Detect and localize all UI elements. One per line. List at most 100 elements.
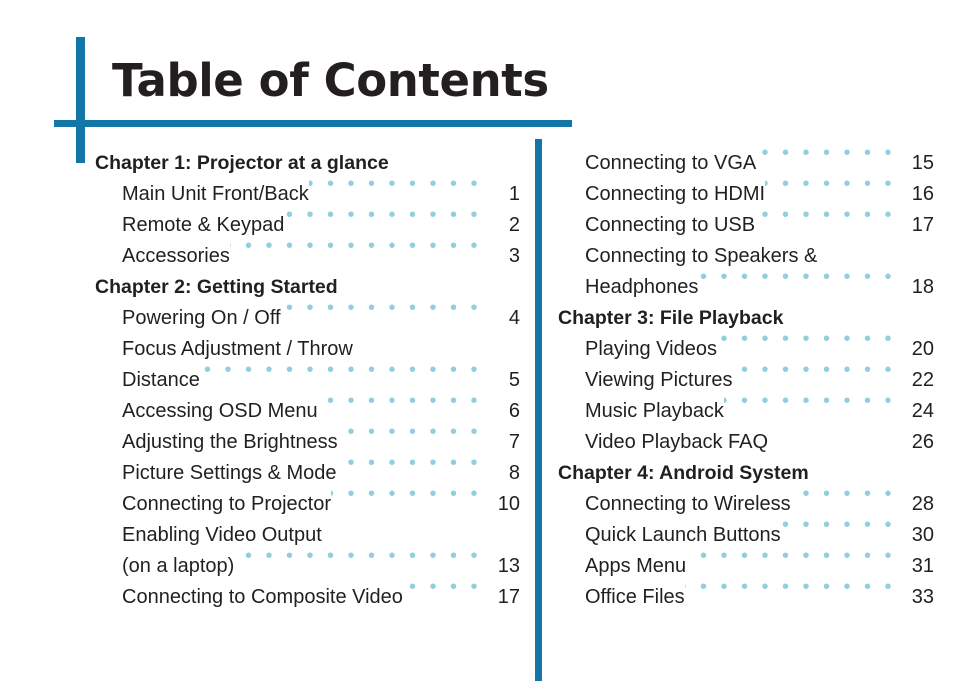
toc-dot-leader: •••••••••••••••••••••••••••••••••••••••• <box>724 386 905 417</box>
toc-dot-leader: •••••••••••••••••••••••••••••••••••••••• <box>284 200 491 231</box>
toc-dot-leader: •••••••••••••••••••••••••••••••••••••••• <box>389 138 491 169</box>
toc-dot-leader-dots: •••••••••••••••••••••••••••••••••••••••• <box>685 576 905 598</box>
toc-page-number: 22 <box>911 369 934 391</box>
toc-dot-leader-dots: •••••••••••••••••••••••••••••••••••••••• <box>755 204 905 226</box>
toc-dot-leader: •••••••••••••••••••••••••••••••••••••••• <box>234 541 491 572</box>
accent-horizontal-rule <box>54 120 572 127</box>
column-divider <box>535 139 542 681</box>
toc-page-number: 4 <box>508 307 520 329</box>
toc-dot-leader: •••••••••••••••••••••••••••••••••••••••• <box>732 355 905 386</box>
toc-dot-leader-dots: •••••••••••••••••••••••••••••••••••••••• <box>698 266 905 288</box>
toc-dot-leader-dots: •••••••••••••••••••••••••••••••••••••••• <box>331 483 491 505</box>
toc-entry-label: Main Unit Front/Back <box>122 183 309 205</box>
toc-entry-label: Music Playback <box>585 400 724 422</box>
toc-chapter-row[interactable]: Chapter 1: Projector at a glance••••••••… <box>95 138 520 174</box>
toc-page-number: 3 <box>508 245 520 267</box>
toc-entry-label: Powering On / Off <box>122 307 281 329</box>
toc-dot-leader-dots: •••••••••••••••••••••••••••••••••••••••• <box>686 545 905 567</box>
toc-dot-leader: •••••••••••••••••••••••••••••••••••••••• <box>318 386 491 417</box>
toc-dot-leader: •••••••••••••••••••••••••••••••••••••••• <box>717 324 905 355</box>
toc-page-number: 20 <box>911 338 934 360</box>
toc-dot-leader-dots: •••••••••••••••••••••••••••••••••••••••• <box>338 421 491 443</box>
toc-entry-label: Video Playback FAQ <box>585 431 769 453</box>
toc-dot-leader: •••••••••••••••••••••••••••••••••••••••• <box>809 448 905 479</box>
toc-dot-leader: •••••••••••••••••••••••••••••••••••••••• <box>281 293 491 324</box>
toc-entry-label: Chapter 4: Android System <box>558 462 809 484</box>
toc-dot-leader-dots: •••••••••••••••••••••••••••••••••••••••• <box>724 390 905 412</box>
toc-dot-leader: •••••••••••••••••••••••••••••••••••••••• <box>781 510 905 541</box>
toc-dot-leader-dots: •••••••••••••••••••••••••••••••••••••••• <box>765 173 905 195</box>
toc-dot-leader-dots: •••••••••••••••••••••••••••••••••••••••• <box>756 142 905 164</box>
toc-dot-leader: •••••••••••••••••••••••••••••••••••••••• <box>756 138 905 169</box>
toc-dot-leader-dots: •••••••••••••••••••••••••••••••••••••••• <box>318 390 491 412</box>
toc-dot-leader-dots: •••••••••••••••••••••••••••••••••••••••• <box>284 204 491 226</box>
toc-dot-leader: •••••••••••••••••••••••••••••••••••••••• <box>331 479 491 510</box>
toc-entry-row[interactable]: Connecting to VGA•••••••••••••••••••••••… <box>558 138 934 174</box>
toc-page-number: 33 <box>911 586 934 608</box>
toc-dot-leader: •••••••••••••••••••••••••••••••••••••••• <box>768 417 905 448</box>
toc-dot-leader-dots: •••••••••••••••••••••••••••••••••••••••• <box>234 545 491 567</box>
toc-column-right: Connecting to VGA•••••••••••••••••••••••… <box>558 138 934 608</box>
toc-entry-label: Connecting to USB <box>585 214 756 236</box>
toc-dot-leader: •••••••••••••••••••••••••••••••••••••••• <box>338 417 491 448</box>
toc-entry-label: (on a laptop) <box>122 555 235 577</box>
toc-dot-leader-dots: •••••••••••••••••••••••••••••••••••••••• <box>403 576 491 598</box>
toc-page-number: 1 <box>508 183 520 205</box>
toc-page-number: 13 <box>497 555 520 577</box>
toc-dot-leader-dots: •••••••••••••••••••••••••••••••••••••••• <box>281 297 491 319</box>
toc-entry-label: Connecting to VGA <box>585 152 757 174</box>
toc-page-number: 26 <box>911 431 934 453</box>
toc-page-number: 10 <box>497 493 520 515</box>
toc-page-number: 16 <box>911 183 934 205</box>
toc-page-number: 7 <box>508 431 520 453</box>
toc-dot-leader-dots: •••••••••••••••••••••••••••••••••••••••• <box>716 328 905 350</box>
toc-entry-label: Accessing OSD Menu <box>122 400 318 422</box>
toc-dot-leader: •••••••••••••••••••••••••••••••••••••••• <box>403 572 491 603</box>
toc-page-number: 2 <box>508 214 520 236</box>
toc-entry-label: Office Files <box>585 586 685 608</box>
toc-page-number: 8 <box>508 462 520 484</box>
toc-entry-label: Distance <box>122 369 200 391</box>
toc-entry-label: Connecting to HDMI <box>585 183 766 205</box>
toc-page-number: 30 <box>911 524 934 546</box>
accent-vertical-bar <box>76 37 85 163</box>
toc-page-number: 18 <box>911 276 934 298</box>
toc-page-number: 17 <box>497 586 520 608</box>
toc-dot-leader-dots: •••••••••••••••••••••••••••••••••••••••• <box>791 483 905 505</box>
toc-dot-leader: •••••••••••••••••••••••••••••••••••••••• <box>791 479 905 510</box>
toc-dot-leader-dots: •••••••••••••••••••••••••••••••••••••••• <box>200 359 491 381</box>
toc-dot-leader: •••••••••••••••••••••••••••••••••••••••• <box>200 355 491 386</box>
toc-dot-leader: •••••••••••••••••••••••••••••••••••••••• <box>698 262 905 293</box>
toc-dot-leader: •••••••••••••••••••••••••••••••••••••••• <box>309 169 491 200</box>
page-title: Table of Contents <box>112 54 549 107</box>
toc-entry-label: Playing Videos <box>585 338 717 360</box>
toc-entry-label: Apps Menu <box>585 555 687 577</box>
toc-page-number: 5 <box>508 369 520 391</box>
toc-dot-leader: •••••••••••••••••••••••••••••••••••••••• <box>765 169 905 200</box>
toc-dot-leader: •••••••••••••••••••••••••••••••••••••••• <box>337 448 491 479</box>
toc-entry-label: Connecting to Projector <box>122 493 332 515</box>
toc-dot-leader: •••••••••••••••••••••••••••••••••••••••• <box>783 293 905 324</box>
toc-column-left: Chapter 1: Projector at a glance••••••••… <box>95 138 520 608</box>
toc-page-number: 15 <box>911 152 934 174</box>
toc-page-number: 17 <box>911 214 934 236</box>
toc-dot-leader-dots: •••••••••••••••••••••••••••••••••••••••• <box>781 514 905 536</box>
toc-dot-leader-dots: •••••••••••••••••••••••••••••••••••••••• <box>732 359 905 381</box>
toc-dot-leader-dots: •••••••••••••••••••••••••••••••••••••••• <box>337 452 491 474</box>
toc-entry-label: Connecting to Composite Video <box>122 586 403 608</box>
toc-page-number: 6 <box>508 400 520 422</box>
toc-entry-label: Headphones <box>585 276 699 298</box>
toc-entry-label: Connecting to Wireless <box>585 493 791 515</box>
toc-entry-label: Viewing Pictures <box>585 369 733 391</box>
toc-entry-label: Accessories <box>122 245 230 267</box>
toc-dot-leader-dots: •••••••••••••••••••••••••••••••••••••••• <box>309 173 491 195</box>
toc-dot-leader-dots: •••••••••••••••••••••••••••••••••••••••• <box>230 235 491 257</box>
toc-page-number: 24 <box>911 400 934 422</box>
toc-entry-label: Picture Settings & Mode <box>122 462 337 484</box>
toc-page-number: 28 <box>911 493 934 515</box>
toc-page-number: 31 <box>911 555 934 577</box>
toc-dot-leader: •••••••••••••••••••••••••••••••••••••••• <box>755 200 905 231</box>
toc-dot-leader: •••••••••••••••••••••••••••••••••••••••• <box>230 231 491 262</box>
toc-dot-leader: •••••••••••••••••••••••••••••••••••••••• <box>685 572 905 603</box>
toc-entry-label: Adjusting the Brightness <box>122 431 338 453</box>
